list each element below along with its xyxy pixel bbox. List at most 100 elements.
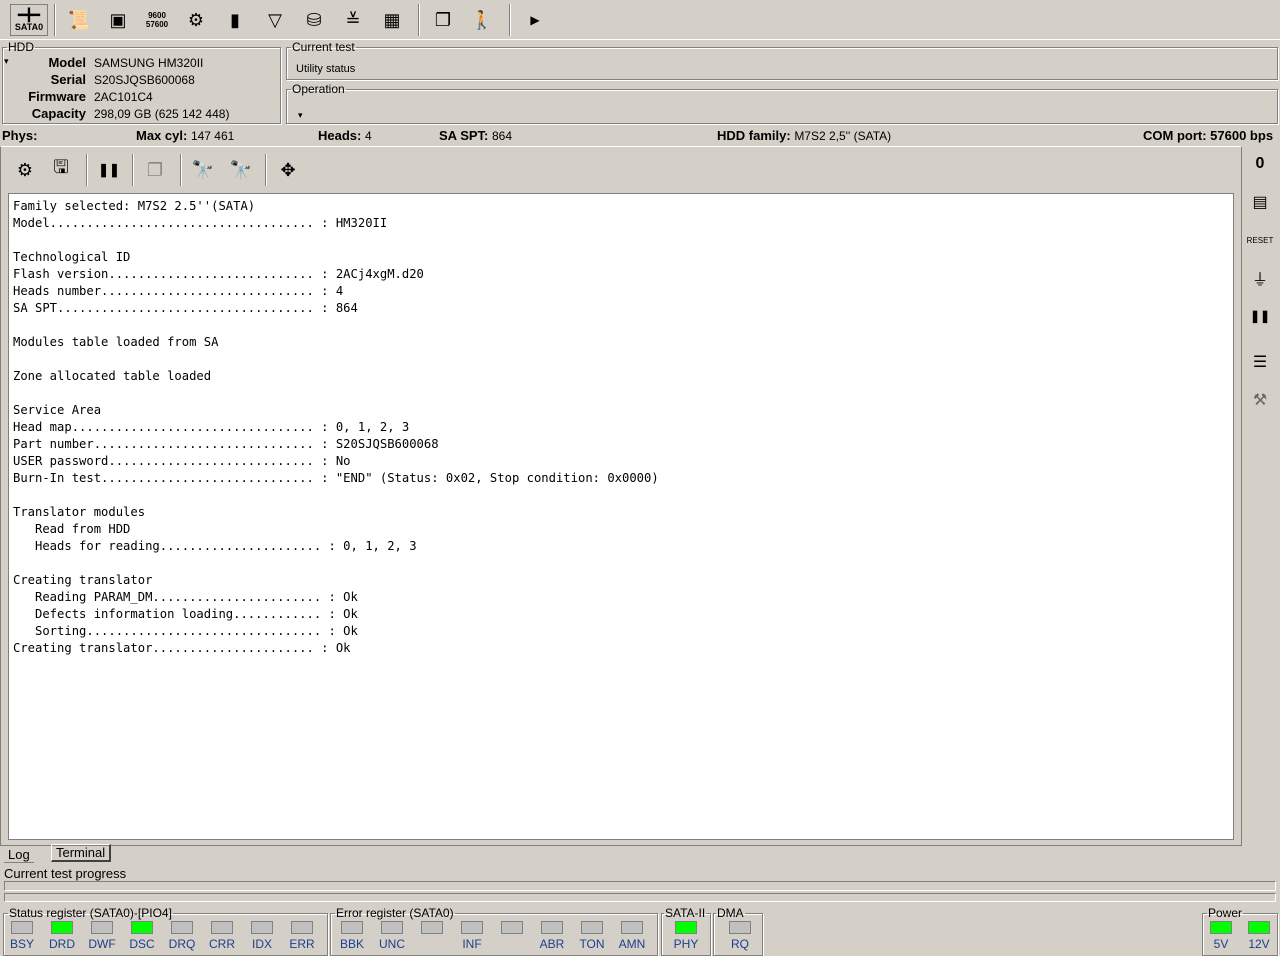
separator	[418, 4, 420, 36]
current-test-panel: Current test	[286, 40, 1278, 80]
error_reg-led-bbk	[341, 921, 363, 934]
error_reg-led-label: TON	[579, 937, 605, 951]
chip-icon[interactable]: ▮	[218, 4, 252, 36]
save-log-icon[interactable]: 🖫	[44, 154, 78, 186]
sata2-legend: SATA-II	[665, 906, 706, 920]
error_reg-led-label: AMN	[618, 937, 646, 951]
power-led-label: 5V	[1213, 937, 1229, 951]
log-line: Defects information loading............ …	[13, 607, 358, 621]
separator	[509, 4, 511, 36]
log-line: Model...................................…	[13, 216, 388, 230]
open-settings-icon[interactable]: ⚙	[8, 154, 42, 186]
log-line: Creating translator	[13, 573, 153, 587]
drive-id-icon[interactable]: ▣	[101, 4, 135, 36]
tools-icon[interactable]: ⚒	[1246, 386, 1274, 414]
log-line: Family selected: M7S2 2.5''(SATA)	[13, 199, 256, 213]
status_reg-led-label: DSC	[129, 937, 155, 951]
sa-spt: SA SPT: 864	[439, 128, 513, 143]
power-led-5v	[1210, 921, 1232, 934]
status_reg-led-bsy	[11, 921, 33, 934]
power-led-label: 12V	[1248, 937, 1270, 951]
error_reg-led-ton	[581, 921, 603, 934]
error_reg-led-blank	[501, 921, 523, 934]
settings-disk-icon[interactable]: ⚙	[179, 4, 213, 36]
grid-icon[interactable]: ▦	[375, 4, 409, 36]
max-cyl: Max cyl: 147 461	[136, 128, 235, 143]
separator	[54, 4, 56, 36]
log-line: Zone allocated table loaded	[13, 369, 212, 383]
signal-icon[interactable]: ⏚	[1246, 264, 1274, 292]
progress-bar	[4, 881, 1276, 891]
status_reg-led-crr	[211, 921, 233, 934]
list-icon[interactable]: ☰	[1246, 348, 1274, 376]
baud-rate-button[interactable]: 9600 57600	[140, 4, 174, 36]
hdd-legend: HDD	[8, 40, 34, 54]
pause-icon[interactable]: ❚❚	[92, 154, 126, 186]
status_reg-led-label: DWF	[88, 937, 116, 951]
error_reg-led-label: UNC	[379, 937, 405, 951]
status_reg-led-label: ERR	[289, 937, 315, 951]
find-icon[interactable]: 🔭	[186, 154, 220, 186]
error_reg-led-inf	[461, 921, 483, 934]
copy-icon[interactable]: ❐	[138, 154, 172, 186]
log-line: Sorting................................ …	[13, 624, 358, 638]
error-register-legend: Error register (SATA0)	[336, 906, 454, 920]
move-icon[interactable]: ✥	[271, 154, 305, 186]
windows-icon[interactable]: ❐	[426, 4, 460, 36]
log-line: Reading PARAM_DM....................... …	[13, 590, 358, 604]
log-line: USER password...........................…	[13, 454, 351, 468]
board-icon[interactable]: ▤	[1246, 188, 1274, 216]
status_reg-led-dwf	[91, 921, 113, 934]
log-line: Creating translator.....................…	[13, 641, 351, 655]
dma-led-label: RQ	[731, 937, 749, 951]
tab-terminal[interactable]: Terminal	[51, 844, 112, 862]
progress-label: Current test progress	[4, 866, 127, 881]
log-line: Flash version...........................…	[13, 267, 424, 281]
log-line: Service Area	[13, 403, 102, 417]
serial-value: S20SJQSB600068	[94, 73, 195, 87]
find-next-icon[interactable]: 🔭	[224, 154, 258, 186]
reset-icon[interactable]: RESET	[1246, 226, 1274, 254]
power-off-icon[interactable]: 0	[1246, 150, 1274, 178]
log-line: Heads for reading...................... …	[13, 539, 417, 553]
more-arrow-icon[interactable]: ▶	[518, 4, 552, 36]
port-select-button[interactable]: ━╋━ SATA0	[10, 4, 48, 36]
sata2-led-label: PHY	[673, 937, 699, 951]
operation-legend: Operation	[292, 82, 345, 96]
status_reg-led-drq	[171, 921, 193, 934]
error_reg-led-blank	[421, 921, 443, 934]
main-toolbar: ━╋━ SATA0 📜 ▣ 9600 57600 ⚙ ▮ ▽ ⛁ ≚ ▦ ❐ 🚶 ▶	[0, 0, 1280, 40]
stack-test-icon[interactable]: ≚	[336, 4, 370, 36]
status_reg-led-label: BSY	[9, 937, 34, 951]
pause-side-icon[interactable]: ❚❚	[1246, 302, 1274, 330]
utility-status: Utility status	[296, 63, 356, 75]
info-scroll-icon[interactable]: 📜	[62, 4, 96, 36]
heads: Heads: 4	[318, 128, 372, 143]
status_reg-led-dsc	[131, 921, 153, 934]
status-register-legend: Status register (SATA0)-[PIO4]	[9, 906, 172, 920]
ruler-test-icon[interactable]: ▽	[258, 4, 292, 36]
log-line: Part number.............................…	[13, 437, 439, 451]
status_reg-led-label: DRQ	[168, 937, 196, 951]
log-line: Modules table loaded from SA	[13, 335, 219, 349]
status_reg-led-label: DRD	[49, 937, 75, 951]
exit-icon[interactable]: 🚶	[465, 4, 499, 36]
operation-dropdown-icon[interactable]: ▾	[298, 110, 303, 121]
status_reg-led-idx	[251, 921, 273, 934]
log-output[interactable]: Family selected: M7S2 2.5''(SATA) Model..…	[8, 193, 1234, 840]
sata-plug-icon: ━╋━	[18, 8, 40, 22]
status_reg-led-label: CRR	[209, 937, 235, 951]
error_reg-led-abr	[541, 921, 563, 934]
status_reg-led-err	[291, 921, 313, 934]
tab-log[interactable]: Log	[4, 847, 34, 863]
power-led-12v	[1248, 921, 1270, 934]
serial-label: Serial	[50, 72, 86, 87]
error_reg-led-label: BBK	[339, 937, 364, 951]
phys-label: Phys:	[2, 128, 38, 143]
status_reg-led-label: IDX	[251, 937, 272, 951]
error_reg-led-label: ABR	[539, 937, 565, 951]
database-icon[interactable]: ⛁	[297, 4, 331, 36]
